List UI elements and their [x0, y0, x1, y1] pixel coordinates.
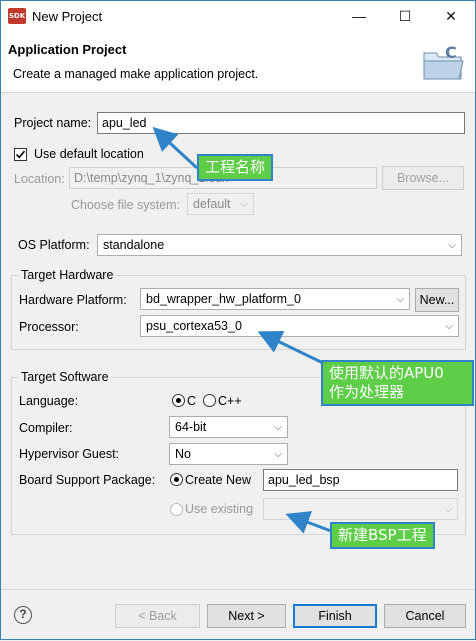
location-label: Location: — [14, 172, 65, 186]
os-platform-label: OS Platform: — [18, 238, 90, 252]
bsp-create-new-radio[interactable] — [170, 473, 183, 486]
use-default-location-checkbox[interactable] — [14, 148, 27, 161]
processor-note-line1: 使用默认的APU0 — [329, 364, 444, 382]
cancel-button[interactable]: Cancel — [384, 604, 466, 628]
hardware-platform-label: Hardware Platform: — [19, 293, 127, 307]
filesystem-select[interactable]: default ⌵ — [187, 193, 254, 215]
project-name-note: 工程名称 — [205, 158, 266, 176]
processor-callout: 使用默认的APU0 作为处理器 — [321, 360, 474, 406]
os-platform-value: standalone — [103, 238, 165, 252]
minimize-button[interactable]: — — [336, 1, 382, 31]
finish-button[interactable]: Finish — [293, 604, 377, 628]
bsp-label: Board Support Package: — [19, 473, 156, 487]
chevron-down-icon: ⌵ — [274, 422, 282, 433]
chevron-down-icon: ⌵ — [444, 504, 452, 515]
help-button[interactable]: ? — [14, 606, 32, 624]
wizard-header: Application Project Create a managed mak… — [1, 31, 475, 93]
language-cpp-label: C++ — [218, 394, 242, 408]
language-c-label: C — [187, 394, 197, 408]
language-label: Language: — [19, 394, 79, 408]
chevron-down-icon: ⌵ — [396, 294, 404, 305]
checkmark-icon — [15, 150, 26, 159]
bsp-use-existing-label: Use existing — [185, 502, 254, 516]
close-icon: ✕ — [445, 7, 457, 24]
browse-button[interactable]: Browse... — [382, 166, 464, 190]
hardware-platform-value: bd_wrapper_hw_platform_0 — [146, 292, 301, 306]
maximize-button[interactable]: ☐ — [382, 1, 428, 31]
bsp-name-input[interactable]: apu_led_bsp — [263, 469, 458, 491]
target-software-title: Target Software — [19, 370, 111, 384]
new-hardware-platform-button[interactable]: New... — [415, 288, 459, 312]
chevron-down-icon: ⌵ — [240, 199, 248, 210]
compiler-value: 64-bit — [175, 420, 207, 434]
window-title: New Project — [32, 9, 103, 24]
project-name-input[interactable]: apu_led — [97, 112, 465, 134]
language-c-radio[interactable] — [172, 394, 185, 407]
project-name-label: Project name: — [14, 116, 92, 130]
project-name-arrow — [152, 126, 199, 170]
bsp-callout: 新建BSP工程 — [330, 522, 435, 549]
footer-separator — [1, 589, 475, 590]
compiler-select[interactable]: 64-bit ⌵ — [169, 416, 288, 438]
new-project-dialog: SDK New Project — ☐ ✕ Application Projec… — [0, 0, 476, 640]
target-hardware-group — [11, 275, 466, 350]
wizard-title: Application Project — [8, 42, 127, 57]
c-project-folder-icon: C — [423, 43, 464, 80]
hypervisor-guest-label: Hypervisor Guest: — [19, 447, 120, 461]
project-name-callout: 工程名称 — [197, 154, 274, 181]
maximize-icon: ☐ — [398, 7, 412, 24]
hypervisor-guest-value: No — [175, 447, 191, 461]
filesystem-value: default — [193, 197, 231, 211]
filesystem-label: Choose file system: — [71, 198, 181, 212]
next-button[interactable]: Next > — [207, 604, 286, 628]
compiler-label: Compiler: — [19, 421, 73, 435]
chevron-down-icon: ⌵ — [448, 240, 456, 251]
processor-value: psu_cortexa53_0 — [146, 319, 242, 333]
chevron-down-icon: ⌵ — [445, 321, 453, 332]
minimize-icon: — — [352, 8, 366, 24]
chevron-down-icon: ⌵ — [274, 449, 282, 460]
title-bar: SDK New Project — ☐ ✕ — [1, 1, 475, 31]
wizard-description: Create a managed make application projec… — [13, 67, 259, 81]
svg-text:C: C — [445, 43, 457, 62]
processor-select[interactable]: psu_cortexa53_0 ⌵ — [140, 315, 459, 337]
hardware-platform-select[interactable]: bd_wrapper_hw_platform_0 ⌵ — [140, 288, 410, 310]
use-default-location-label: Use default location — [34, 147, 144, 161]
processor-label: Processor: — [19, 320, 79, 334]
sdk-app-icon: SDK — [8, 8, 26, 24]
bsp-note: 新建BSP工程 — [338, 526, 427, 544]
bsp-existing-select[interactable]: ⌵ — [263, 498, 458, 520]
bsp-create-new-label: Create New — [185, 473, 251, 487]
close-button[interactable]: ✕ — [428, 1, 474, 31]
back-button[interactable]: < Back — [115, 604, 200, 628]
target-hardware-title: Target Hardware — [19, 268, 116, 282]
help-icon: ? — [19, 607, 27, 621]
bsp-use-existing-radio[interactable] — [170, 503, 183, 516]
os-platform-select[interactable]: standalone ⌵ — [97, 234, 462, 256]
processor-note-line2: 作为处理器 — [329, 383, 405, 401]
language-cpp-radio[interactable] — [203, 394, 216, 407]
hypervisor-guest-select[interactable]: No ⌵ — [169, 443, 288, 465]
